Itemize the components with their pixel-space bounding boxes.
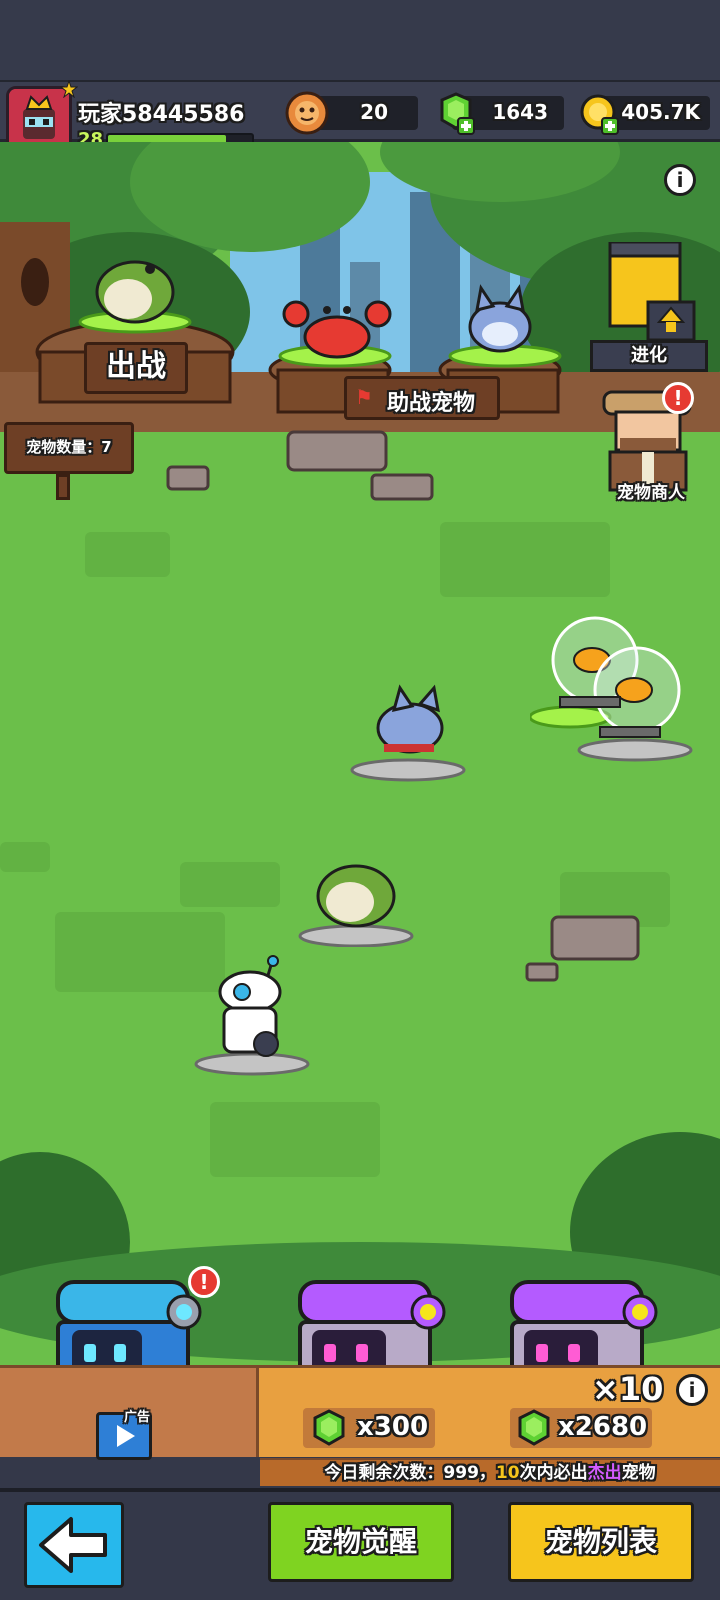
status-strip (0, 0, 720, 80)
remaining-count-text: 今日剩余次数：999， (324, 1463, 496, 1483)
guarantee-quality-text: 杰出 (587, 1463, 622, 1483)
guarantee-count-text: 10 (495, 1463, 520, 1483)
ad-chest-alert-badge: ! (188, 1266, 220, 1298)
gold-coin-icon[interactable] (578, 92, 624, 138)
gem-value: 1643 (492, 100, 548, 124)
pet-list-button[interactable]: 宠物列表 (508, 1502, 694, 1582)
cat-pet-assist[interactable] (455, 282, 545, 362)
guarantee-suffix-text: 宠物 (621, 1463, 656, 1483)
pet-count-sign-post (56, 474, 70, 500)
pet-food-icon[interactable] (284, 90, 330, 136)
pet-merchant[interactable]: ! 宠物商人 (596, 382, 706, 512)
single-price-tag[interactable]: x300 (303, 1408, 435, 1448)
ad-chest-front (58, 1337, 188, 1397)
single-price-value: x300 (357, 1412, 429, 1442)
player-name: 玩家58445586 (78, 102, 245, 127)
frog-pet-deployed[interactable] (90, 247, 180, 327)
green-gem-icon[interactable] (434, 90, 480, 138)
ten-price-value: x2680 (558, 1412, 648, 1442)
ninja-avatar-icon (9, 89, 69, 149)
robot-pet-roaming[interactable] (194, 952, 314, 1077)
frog-pet-roaming[interactable] (298, 852, 418, 947)
ad-label: 广告 (124, 1410, 151, 1425)
evolve-label: 进化 (590, 340, 708, 372)
crab-pet-assist[interactable] (282, 292, 392, 362)
gold-value: 405.7K (621, 100, 700, 124)
pet-food-value: 20 (360, 100, 388, 124)
flag-icon: ⚑ (355, 385, 373, 409)
evolve-machine[interactable]: 进化 (590, 240, 710, 372)
ten-price-tag[interactable]: x2680 (510, 1408, 652, 1448)
ten-multiplier-label: ×10 (592, 1370, 664, 1408)
pet-garden-scene: 出战 ⚑ 助战宠物 宠物数量：7 i 进化 ! 宠物商人 (0, 142, 720, 1457)
assist-pets-label: ⚑ 助战宠物 (344, 376, 500, 420)
back-arrow-icon (39, 1517, 107, 1573)
star-badge-icon (60, 80, 78, 98)
pet-count-sign: 宠物数量：7 (4, 422, 134, 474)
deploy-label: 出战 (84, 342, 188, 394)
back-button[interactable] (24, 1502, 124, 1588)
merchant-label: 宠物商人 (617, 483, 685, 503)
pet-awaken-button[interactable]: 宠物觉醒 (268, 1502, 454, 1582)
ten-info-icon[interactable]: i (676, 1374, 708, 1406)
green-gem-icon (313, 1409, 345, 1446)
goldfish-pets[interactable] (530, 602, 700, 762)
evolve-machine-icon (608, 240, 696, 342)
guarantee-strip: 今日剩余次数：999，10次内必出杰出宠物 (260, 1458, 720, 1486)
pet-count-text: 宠物数量：7 (26, 438, 112, 456)
green-gem-icon (518, 1409, 550, 1446)
merchant-alert-badge: ! (662, 382, 694, 414)
info-icon-scene[interactable]: i (664, 164, 696, 196)
assist-pets-text: 助战宠物 (387, 391, 476, 416)
guarantee-mid-text: 次内必出 (519, 1463, 588, 1483)
cat-pet-roaming[interactable] (348, 682, 468, 782)
